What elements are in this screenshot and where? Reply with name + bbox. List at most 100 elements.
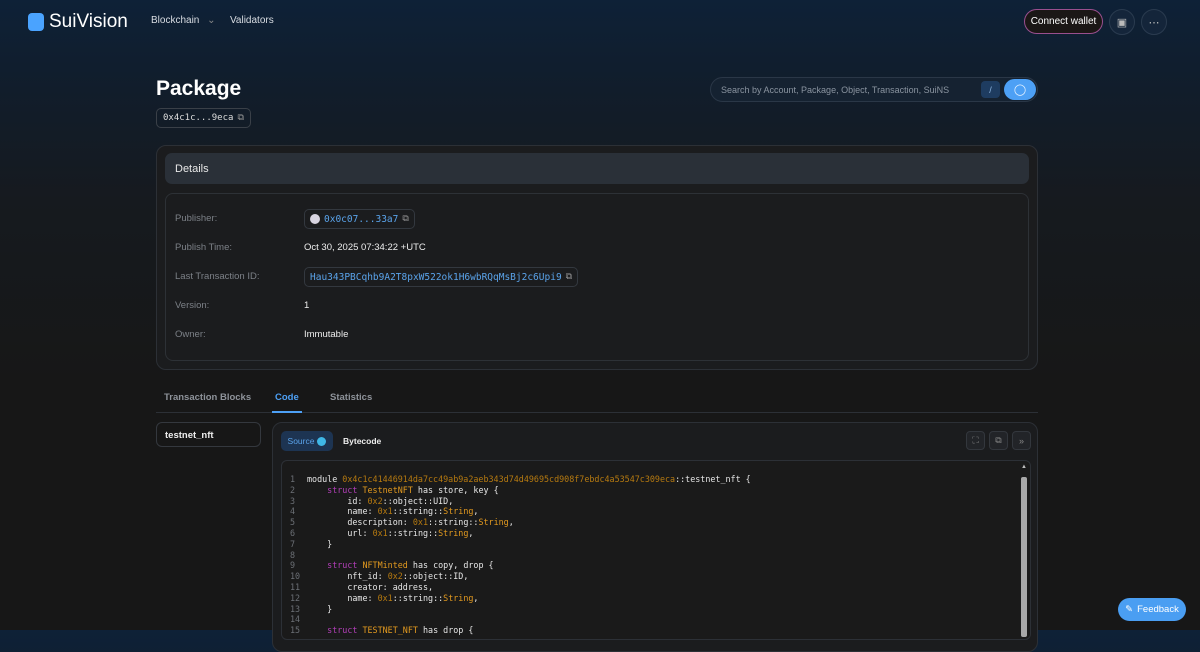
code-token: 0x1 — [377, 592, 393, 603]
tab-transaction-blocks[interactable]: Transaction Blocks — [164, 392, 251, 403]
code-token: } — [307, 538, 333, 549]
line-number: 7 — [290, 538, 296, 549]
line-number: 6 — [290, 527, 296, 538]
code-line: 9 struct NFTMinted has copy, drop { — [290, 560, 751, 571]
last-tx-chip[interactable]: Hau343PBCqhb9A2T8pxW522ok1H6wbRQqMsBj2c6… — [304, 267, 579, 287]
code-token: name: — [307, 506, 378, 517]
code-token: , — [468, 527, 474, 538]
code-token: struct — [327, 560, 363, 571]
code-token: } — [307, 603, 333, 614]
code-line: 1 module 0x4c1c41446914da7cc49ab9a2aeb343… — [290, 474, 751, 485]
line-number: 12 — [290, 592, 301, 603]
bytecode-button[interactable]: Bytecode — [343, 436, 381, 446]
code-token: , — [473, 592, 479, 603]
code-token: name: — [307, 592, 378, 603]
code-token: id: — [307, 495, 368, 506]
code-token: 0x4c1c41446914da7cc49ab9a2aeb343d74d4969… — [342, 474, 676, 484]
code-token: url: — [307, 527, 373, 538]
owner-label: Owner: — [175, 329, 206, 340]
code-token: ::string:: — [428, 517, 479, 528]
code-token: TESTNET_NFT — [362, 625, 418, 636]
source-button[interactable]: Source — [281, 431, 333, 451]
nav-blockchain-label: Blockchain — [151, 15, 200, 26]
code-token: String — [443, 506, 474, 517]
feedback-icon: ✎ — [1125, 604, 1134, 615]
brand-name: SuiVision — [49, 11, 128, 32]
search-icon: ◯ — [1013, 84, 1027, 96]
avatar — [310, 214, 320, 224]
search-shortcut: / — [981, 81, 1000, 98]
version-value: 1 — [304, 300, 310, 311]
scroll-up-icon[interactable]: ▲ — [1020, 464, 1028, 470]
code-token: ::string:: — [387, 527, 439, 538]
publisher-chip[interactable]: 0x0c07...33a7 ⧉ — [304, 209, 415, 229]
code-line: 7 } — [290, 539, 751, 550]
code-line: 4 name: 0x1::string::String, — [290, 506, 751, 517]
page-title: Package — [156, 77, 242, 100]
code-line: 6 url: 0x1::string::String, — [290, 528, 751, 539]
copy-code-icon[interactable]: ⧉ — [989, 431, 1008, 450]
code-token: String — [443, 592, 474, 603]
line-number: 15 — [290, 625, 301, 636]
nav-blockchain[interactable]: Blockchain ⌄ — [151, 15, 216, 26]
copy-icon[interactable]: ⧉ — [402, 214, 408, 224]
code-token: TestnetNFT — [362, 484, 413, 495]
code-token: 0x2 — [367, 495, 383, 506]
version-label: Version: — [175, 300, 210, 311]
monitor-icon[interactable]: ▣ — [1109, 9, 1135, 35]
suivision-logo[interactable]: SuiVision — [28, 11, 128, 33]
code-token: ::testnet_nft { — [675, 474, 751, 484]
code-token: nft_id: — [307, 571, 388, 582]
more-icon[interactable]: ⋯ — [1141, 9, 1167, 35]
code-token: description: — [307, 517, 413, 528]
fullscreen-icon[interactable]: ⛶ — [966, 431, 985, 450]
module-item[interactable]: testnet_nft — [156, 422, 261, 447]
tab-code[interactable]: Code — [275, 392, 299, 403]
code-token: has copy, drop { — [407, 560, 494, 571]
last-tx-id[interactable]: Hau343PBCqhb9A2T8pxW522ok1H6wbRQqMsBj2c6… — [310, 272, 562, 283]
nav-validators[interactable]: Validators — [230, 15, 274, 26]
last-tx-label: Last Transaction ID: — [175, 271, 260, 282]
code-token: 0x1 — [412, 517, 429, 528]
publisher-address[interactable]: 0x0c07...33a7 — [324, 214, 398, 225]
code-token: , — [473, 506, 479, 517]
line-number: 5 — [290, 517, 296, 528]
code-token: ::string:: — [392, 506, 444, 517]
code-token: ::object::ID, — [402, 571, 469, 582]
feedback-button[interactable]: ✎ Feedback — [1118, 598, 1186, 621]
code-line: 5 description: 0x1::string::String, — [290, 517, 751, 528]
line-number: 2 — [290, 484, 296, 495]
code-line: 14 — [290, 614, 751, 625]
code-token: struct — [327, 625, 363, 636]
copy-icon[interactable]: ⧉ — [237, 113, 243, 123]
active-tab-indicator — [272, 411, 302, 413]
scrollbar-thumb[interactable] — [1021, 477, 1027, 637]
line-number: 11 — [290, 581, 301, 592]
code-token: 0x2 — [387, 571, 403, 582]
connect-wallet-button[interactable]: Connect wallet — [1024, 9, 1103, 34]
code-token: module — [307, 474, 343, 484]
code-token: ::string:: — [392, 592, 444, 603]
package-address-chip: 0x4c1c...9eca ⧉ — [156, 108, 251, 128]
code-editor[interactable]: 1 module 0x4c1c41446914da7cc49ab9a2aeb343… — [281, 460, 1031, 640]
expand-icon[interactable]: » — [1012, 431, 1031, 450]
publisher-label: Publisher: — [175, 213, 218, 224]
code-token: ::object::UID, — [382, 495, 454, 506]
source-label: Source — [287, 436, 315, 446]
tab-statistics[interactable]: Statistics — [330, 392, 372, 403]
package-address: 0x4c1c...9eca — [163, 113, 234, 123]
line-number: 3 — [290, 495, 296, 506]
code-line: 2 struct TestnetNFT has store, key { — [290, 485, 751, 496]
publish-time-label: Publish Time: — [175, 242, 233, 253]
code-token: String — [438, 527, 469, 538]
line-number: 8 — [290, 549, 296, 560]
search-button[interactable]: ◯ — [1004, 79, 1036, 100]
details-heading: Details — [165, 153, 1029, 184]
code-token: 0x1 — [377, 506, 393, 517]
logo-icon — [28, 13, 44, 31]
line-number: 10 — [290, 571, 301, 582]
copy-icon[interactable]: ⧉ — [566, 272, 572, 282]
